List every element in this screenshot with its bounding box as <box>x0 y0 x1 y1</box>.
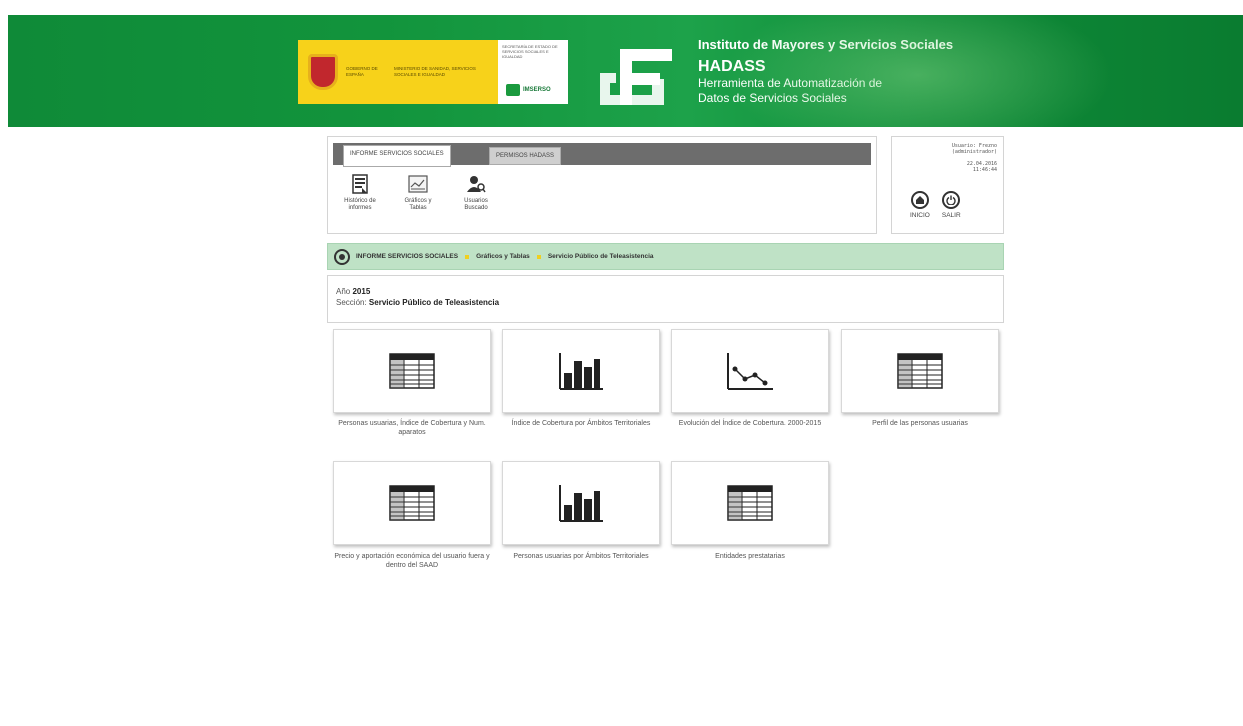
home-label: INICIO <box>910 212 930 219</box>
menu-historico-informes[interactable]: Histórico de informes <box>336 173 384 212</box>
year-label: Año <box>336 287 351 296</box>
breadcrumb-separator <box>465 254 470 259</box>
breadcrumb-separator <box>536 254 541 259</box>
ministerio-text: MINISTERIO DE SANIDAD, SERVICIOS SOCIALE… <box>394 66 476 77</box>
section-label: Sección <box>336 298 365 307</box>
breadcrumb-item[interactable]: Gráficos y Tablas <box>476 253 530 260</box>
year-value: 2015 <box>352 287 371 296</box>
menu-usuarios-buscado[interactable]: Usuarios Buscado <box>452 173 500 212</box>
report-card[interactable] <box>502 461 660 545</box>
logout-button[interactable]: SALIR <box>942 191 961 219</box>
report-card[interactable] <box>502 329 660 413</box>
bar-chart-icon <box>559 353 603 390</box>
secretaria-text: SECRETARÍA DE ESTADO DE SERVICIOS SOCIAL… <box>502 44 558 59</box>
table-icon <box>897 353 943 389</box>
report-card[interactable] <box>671 461 829 545</box>
report-card[interactable] <box>841 329 999 413</box>
table-icon <box>389 353 435 389</box>
logout-label: SALIR <box>941 212 961 219</box>
report-label[interactable]: Índice de Cobertura por Ámbitos Territor… <box>501 420 661 429</box>
table-icon <box>727 485 773 521</box>
report-label[interactable]: Precio y aportación económica del usuari… <box>332 553 492 570</box>
user-role: (administrador) <box>951 149 997 155</box>
menu-label-line1: Usuarios <box>464 198 488 204</box>
user-panel: Usuario: Frezno (administrador) 22.04.20… <box>891 136 1004 234</box>
imserso-label: IMSERSO <box>523 87 551 93</box>
report-label[interactable]: Entidades prestatarias <box>670 553 830 562</box>
report-card[interactable] <box>671 329 829 413</box>
breadcrumb-item[interactable]: INFORME SERVICIOS SOCIALES <box>356 253 458 260</box>
coat-of-arms-icon <box>308 54 338 90</box>
report-label[interactable]: Personas usuarias por Ámbitos Territoria… <box>501 553 661 562</box>
section-value: Servicio Público de Teleasistencia <box>368 298 500 307</box>
institute-title: Instituto de Mayores y Servicios Sociale… <box>698 37 954 52</box>
menu-label-line2: Buscado <box>464 205 488 211</box>
imserso-logo: SECRETARÍA DE ESTADO DE SERVICIOS SOCIAL… <box>498 40 568 104</box>
breadcrumb: INFORME SERVICIOS SOCIALES Gráficos y Ta… <box>327 243 1004 270</box>
tab-informe-servicios-sociales[interactable]: INFORME SERVICIOS SOCIALES <box>343 145 451 167</box>
document-history-icon <box>350 173 370 195</box>
line-chart-icon <box>727 353 773 390</box>
menu-label-line2: Tablas <box>409 205 427 211</box>
report-label[interactable]: Evolución del Índice de Cobertura. 2000-… <box>670 420 830 429</box>
menu-graficos-tablas[interactable]: Gráficos y Tablas <box>394 173 442 212</box>
menu-label-line1: Gráficos y <box>404 198 432 204</box>
app-desc-line2: Datos de Servicios Sociales <box>698 91 847 105</box>
report-card[interactable] <box>333 329 491 413</box>
session-time: 11:46:44 <box>972 167 997 173</box>
breadcrumb-home-icon[interactable] <box>334 248 350 265</box>
home-icon <box>910 191 929 209</box>
report-info: Año 2015 Sección: Servicio Público de Te… <box>327 275 1004 323</box>
tab-bar: INFORME SERVICIOS SOCIALES PERMISOS HADA… <box>333 143 871 167</box>
breadcrumb-item-current: Servicio Público de Teleasistencia <box>547 253 654 260</box>
table-icon <box>389 485 435 521</box>
report-label[interactable]: Perfil de las personas usuarias <box>840 420 1000 429</box>
main-menu: INFORME SERVICIOS SOCIALES PERMISOS HADA… <box>327 136 877 234</box>
app-name: HADASS <box>698 58 766 75</box>
menu-label-line2: informes <box>348 205 372 211</box>
user-search-icon <box>466 173 486 195</box>
hadass-logo-icon <box>600 49 672 105</box>
home-button[interactable]: INICIO <box>910 191 930 219</box>
report-card[interactable] <box>333 461 491 545</box>
report-label[interactable]: Personas usuarias, Índice de Cobertura y… <box>332 420 492 437</box>
chart-table-icon <box>408 173 428 195</box>
power-icon <box>942 191 961 209</box>
imserso-icon <box>506 84 520 96</box>
tab-permisos-hadass[interactable]: PERMISOS HADASS <box>489 147 562 165</box>
bar-chart-icon <box>559 485 603 522</box>
government-logo: GOBIERNO DE ESPAÑA MINISTERIO DE SANIDAD… <box>298 40 578 104</box>
gobierno-text: GOBIERNO DE ESPAÑA <box>346 66 378 77</box>
app-desc-line1: Herramienta de Automatización de <box>698 76 883 90</box>
menu-label-line1: Histórico de <box>344 198 376 204</box>
header-banner: GOBIERNO DE ESPAÑA MINISTERIO DE SANIDAD… <box>8 15 1243 127</box>
